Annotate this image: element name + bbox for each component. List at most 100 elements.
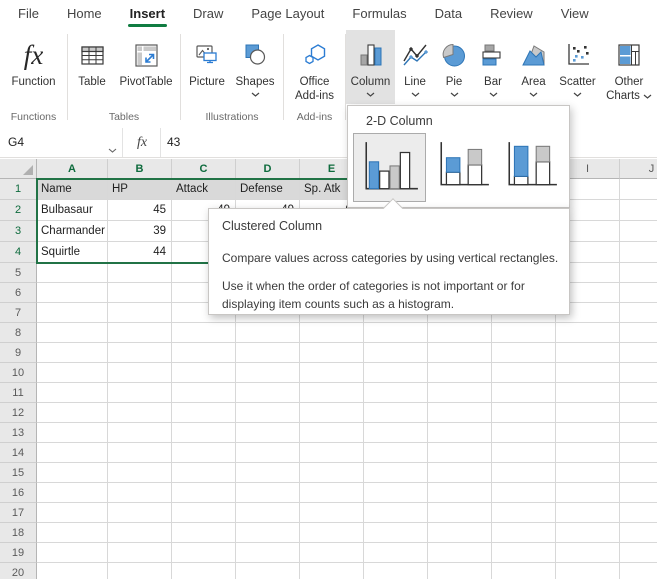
cell-I16[interactable] (556, 483, 620, 503)
cell-F20[interactable] (364, 563, 428, 579)
cell-E12[interactable] (300, 403, 364, 423)
cell-B5[interactable] (108, 263, 172, 283)
ribbon-tab-review[interactable]: Review (476, 0, 547, 28)
row-header-17[interactable]: 17 (0, 503, 37, 523)
cell-G20[interactable] (428, 563, 492, 579)
cell-H16[interactable] (492, 483, 556, 503)
ribbon-tab-home[interactable]: Home (53, 0, 116, 28)
cell-A4[interactable]: Squirtle (37, 242, 108, 263)
cell-A1[interactable]: Name (37, 179, 108, 200)
column-header-B[interactable]: B (108, 159, 172, 179)
cell-I19[interactable] (556, 543, 620, 563)
cell-J8[interactable] (620, 323, 657, 343)
cell-A20[interactable] (37, 563, 108, 579)
column-chart-button[interactable]: Column (346, 30, 395, 104)
row-header-16[interactable]: 16 (0, 483, 37, 503)
cell-J10[interactable] (620, 363, 657, 383)
row-header-11[interactable]: 11 (0, 383, 37, 403)
cell-J14[interactable] (620, 443, 657, 463)
cell-I20[interactable] (556, 563, 620, 579)
cell-C14[interactable] (172, 443, 236, 463)
cell-A13[interactable] (37, 423, 108, 443)
cell-H11[interactable] (492, 383, 556, 403)
cell-D15[interactable] (236, 463, 300, 483)
cell-J3[interactable] (620, 221, 657, 242)
cell-C8[interactable] (172, 323, 236, 343)
cell-A18[interactable] (37, 523, 108, 543)
table-button[interactable]: Table (70, 30, 114, 104)
cell-E13[interactable] (300, 423, 364, 443)
cell-G18[interactable] (428, 523, 492, 543)
cell-B6[interactable] (108, 283, 172, 303)
cell-D9[interactable] (236, 343, 300, 363)
cell-H19[interactable] (492, 543, 556, 563)
cell-G15[interactable] (428, 463, 492, 483)
cell-I17[interactable] (556, 503, 620, 523)
row-header-4[interactable]: 4 (0, 242, 37, 263)
cell-A8[interactable] (37, 323, 108, 343)
cell-E16[interactable] (300, 483, 364, 503)
cell-D19[interactable] (236, 543, 300, 563)
row-header-8[interactable]: 8 (0, 323, 37, 343)
cell-B8[interactable] (108, 323, 172, 343)
cell-A19[interactable] (37, 543, 108, 563)
insert-function-button[interactable]: fx (124, 128, 161, 157)
cell-J17[interactable] (620, 503, 657, 523)
cell-G16[interactable] (428, 483, 492, 503)
pivottable-button[interactable]: PivotTable (114, 30, 178, 104)
cell-F15[interactable] (364, 463, 428, 483)
scatter-chart-button[interactable]: Scatter (554, 30, 601, 104)
cell-D1[interactable]: Defense (236, 179, 300, 200)
cell-A6[interactable] (37, 283, 108, 303)
cell-C20[interactable] (172, 563, 236, 579)
ribbon-tab-draw[interactable]: Draw (179, 0, 237, 28)
cell-C13[interactable] (172, 423, 236, 443)
shapes-button[interactable]: Shapes (230, 30, 280, 104)
cell-D11[interactable] (236, 383, 300, 403)
cell-H8[interactable] (492, 323, 556, 343)
cell-D12[interactable] (236, 403, 300, 423)
cell-G12[interactable] (428, 403, 492, 423)
cell-A10[interactable] (37, 363, 108, 383)
ribbon-tab-formulas[interactable]: Formulas (338, 0, 420, 28)
cell-D16[interactable] (236, 483, 300, 503)
cell-F19[interactable] (364, 543, 428, 563)
cell-H20[interactable] (492, 563, 556, 579)
cell-A17[interactable] (37, 503, 108, 523)
cell-F18[interactable] (364, 523, 428, 543)
cell-E14[interactable] (300, 443, 364, 463)
cell-J12[interactable] (620, 403, 657, 423)
cell-F10[interactable] (364, 363, 428, 383)
row-header-14[interactable]: 14 (0, 443, 37, 463)
row-header-10[interactable]: 10 (0, 363, 37, 383)
cell-C12[interactable] (172, 403, 236, 423)
cell-B3[interactable]: 39 (108, 221, 172, 242)
cell-J2[interactable] (620, 200, 657, 221)
cell-D10[interactable] (236, 363, 300, 383)
cell-C19[interactable] (172, 543, 236, 563)
cell-H17[interactable] (492, 503, 556, 523)
cell-F12[interactable] (364, 403, 428, 423)
ribbon-tab-view[interactable]: View (547, 0, 603, 28)
cell-D20[interactable] (236, 563, 300, 579)
cell-F9[interactable] (364, 343, 428, 363)
cell-E11[interactable] (300, 383, 364, 403)
cell-F13[interactable] (364, 423, 428, 443)
office-addins-button[interactable]: Office Add-ins (287, 30, 343, 104)
cell-C17[interactable] (172, 503, 236, 523)
cell-F14[interactable] (364, 443, 428, 463)
row-header-7[interactable]: 7 (0, 303, 37, 323)
cell-B2[interactable]: 45 (108, 200, 172, 221)
cell-G10[interactable] (428, 363, 492, 383)
cell-C10[interactable] (172, 363, 236, 383)
cell-I12[interactable] (556, 403, 620, 423)
cell-G8[interactable] (428, 323, 492, 343)
cell-D8[interactable] (236, 323, 300, 343)
cell-B16[interactable] (108, 483, 172, 503)
cell-E9[interactable] (300, 343, 364, 363)
cell-B19[interactable] (108, 543, 172, 563)
cell-C11[interactable] (172, 383, 236, 403)
ribbon-tab-insert[interactable]: Insert (116, 0, 179, 28)
cell-I8[interactable] (556, 323, 620, 343)
cell-J4[interactable] (620, 242, 657, 263)
